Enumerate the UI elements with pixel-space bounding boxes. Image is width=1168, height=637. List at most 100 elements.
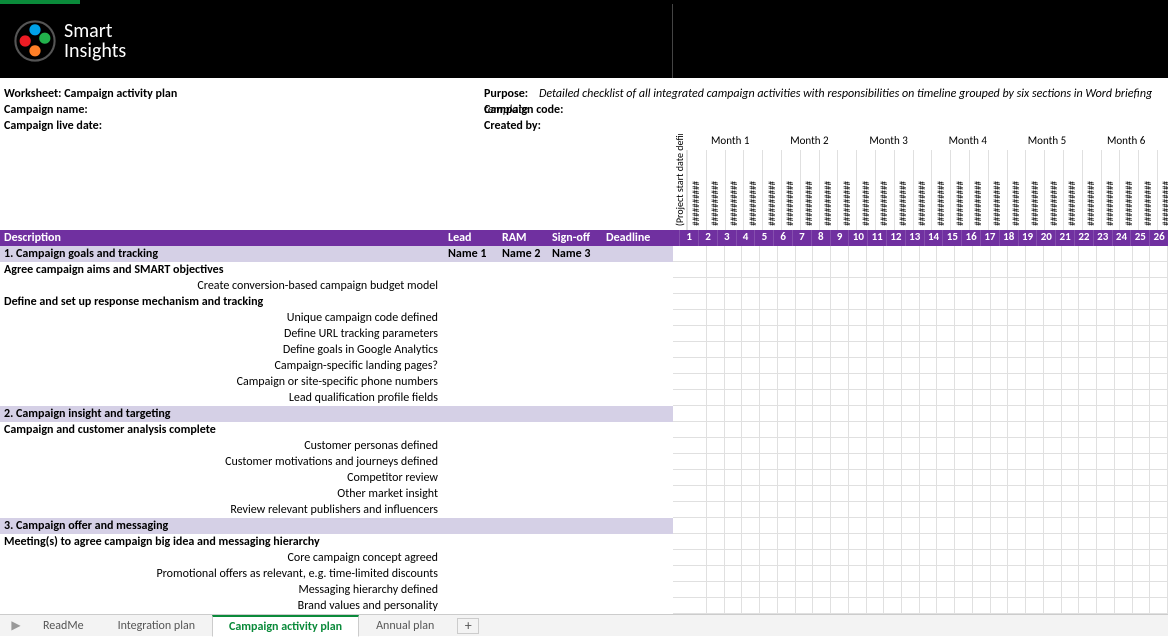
grid-cell[interactable]	[937, 550, 955, 566]
grid-cell[interactable]	[1097, 598, 1115, 614]
grid-cell[interactable]	[1133, 406, 1151, 422]
grid-cell[interactable]	[796, 454, 814, 470]
grid-cell[interactable]	[831, 598, 849, 614]
grid-cell[interactable]	[1008, 358, 1026, 374]
row-description[interactable]: Campaign and customer analysis complete	[0, 423, 444, 437]
grid-cell[interactable]	[849, 262, 867, 278]
grid-cell[interactable]	[1133, 246, 1151, 262]
grid-cell[interactable]	[867, 486, 885, 502]
grid-cell[interactable]	[884, 326, 902, 342]
grid-cell[interactable]	[955, 566, 973, 582]
grid-cell[interactable]	[973, 598, 991, 614]
grid-cell[interactable]	[973, 358, 991, 374]
grid-cell[interactable]	[849, 326, 867, 342]
grid-cell[interactable]	[760, 422, 778, 438]
grid-cell[interactable]	[973, 262, 991, 278]
grid-cell[interactable]	[1133, 278, 1151, 294]
grid-cell[interactable]	[778, 406, 796, 422]
grid-cell[interactable]	[707, 326, 725, 342]
grid-cell[interactable]	[902, 342, 920, 358]
row-description[interactable]: Define and set up response mechanism and…	[0, 295, 444, 309]
grid-cell[interactable]	[920, 326, 938, 342]
grid-cell[interactable]	[796, 278, 814, 294]
grid-cell[interactable]	[1150, 550, 1168, 566]
grid-cell[interactable]	[1026, 278, 1044, 294]
grid-cell[interactable]	[725, 342, 743, 358]
grid-cell[interactable]	[867, 390, 885, 406]
grid-cell[interactable]	[1150, 582, 1168, 598]
grid-cell[interactable]	[902, 454, 920, 470]
grid-cell[interactable]	[831, 502, 849, 518]
row-description[interactable]: Unique campaign code defined	[0, 311, 444, 325]
grid-cell[interactable]	[937, 246, 955, 262]
grid-cell[interactable]	[1062, 550, 1080, 566]
grid-cell[interactable]	[920, 582, 938, 598]
grid-cell[interactable]	[1150, 262, 1168, 278]
grid-cell[interactable]	[778, 246, 796, 262]
grid-cell[interactable]	[1150, 566, 1168, 582]
row-description[interactable]: Review relevant publishers and influence…	[0, 503, 444, 517]
grid-cell[interactable]	[760, 374, 778, 390]
grid-cell[interactable]	[707, 582, 725, 598]
row-description[interactable]: Define URL tracking parameters	[0, 327, 444, 341]
grid-cell[interactable]	[725, 582, 743, 598]
grid-cell[interactable]	[725, 598, 743, 614]
grid-cell[interactable]	[1026, 486, 1044, 502]
grid-cell[interactable]	[920, 454, 938, 470]
grid-cell[interactable]	[1062, 502, 1080, 518]
grid-cell[interactable]	[813, 422, 831, 438]
tab-nav-prev-icon[interactable]: ▶	[6, 618, 26, 633]
grid-cell[interactable]	[991, 566, 1009, 582]
grid-cell[interactable]	[955, 486, 973, 502]
grid-cell[interactable]	[1115, 342, 1133, 358]
grid-cell[interactable]	[778, 422, 796, 438]
grid-cell[interactable]	[725, 326, 743, 342]
grid-cell[interactable]	[973, 310, 991, 326]
grid-cell[interactable]	[1062, 310, 1080, 326]
grid-cell[interactable]	[902, 406, 920, 422]
grid-cell[interactable]	[813, 342, 831, 358]
grid-cell[interactable]	[884, 278, 902, 294]
grid-cell[interactable]	[973, 470, 991, 486]
grid-cell[interactable]	[1133, 390, 1151, 406]
grid-cell[interactable]	[1133, 566, 1151, 582]
grid-cell[interactable]	[742, 422, 760, 438]
grid-cell[interactable]	[742, 358, 760, 374]
grid-cell[interactable]	[937, 582, 955, 598]
grid-cell[interactable]	[1115, 326, 1133, 342]
row-description[interactable]: Create conversion-based campaign budget …	[0, 279, 444, 293]
grid-cell[interactable]	[937, 518, 955, 534]
grid-cell[interactable]	[1150, 406, 1168, 422]
grid-cell[interactable]	[760, 438, 778, 454]
grid-cell[interactable]	[884, 342, 902, 358]
grid-cell[interactable]	[1044, 454, 1062, 470]
grid-cell[interactable]	[707, 438, 725, 454]
grid-cell[interactable]	[742, 454, 760, 470]
grid-cell[interactable]	[831, 566, 849, 582]
grid-cell[interactable]	[1097, 534, 1115, 550]
grid-cell[interactable]	[884, 598, 902, 614]
grid-cell[interactable]	[902, 294, 920, 310]
grid-cell[interactable]	[707, 390, 725, 406]
grid-cell[interactable]	[778, 294, 796, 310]
grid-cell[interactable]	[920, 470, 938, 486]
grid-cell[interactable]	[1133, 598, 1151, 614]
grid-cell[interactable]	[778, 374, 796, 390]
grid-cell[interactable]	[1150, 374, 1168, 390]
grid-cell[interactable]	[937, 486, 955, 502]
grid-cell[interactable]	[1044, 406, 1062, 422]
grid-cell[interactable]	[1026, 358, 1044, 374]
grid-cell[interactable]	[1150, 422, 1168, 438]
grid-cell[interactable]	[937, 534, 955, 550]
grid-cell[interactable]	[1097, 294, 1115, 310]
grid-cell[interactable]	[884, 566, 902, 582]
grid-cell[interactable]	[1044, 486, 1062, 502]
grid-cell[interactable]	[1115, 278, 1133, 294]
grid-cell[interactable]	[813, 294, 831, 310]
grid-cell[interactable]	[1026, 598, 1044, 614]
grid-cell[interactable]	[1044, 294, 1062, 310]
grid-cell[interactable]	[813, 358, 831, 374]
grid-cell[interactable]	[707, 310, 725, 326]
grid-cell[interactable]	[831, 438, 849, 454]
grid-cell[interactable]	[867, 470, 885, 486]
